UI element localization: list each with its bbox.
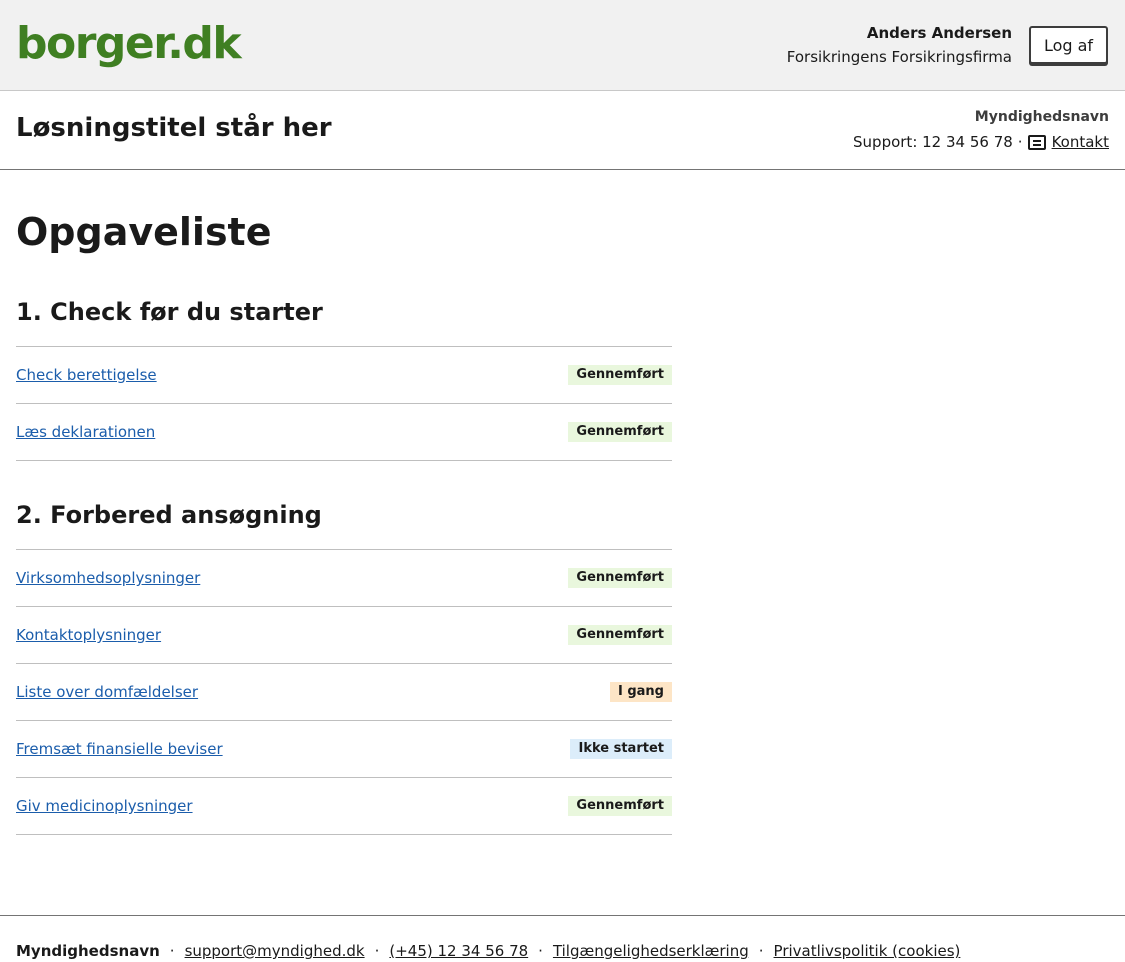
user-organization: Forsikringens Forsikringsfirma <box>786 48 1012 66</box>
footer-privacy-link[interactable]: Privatlivspolitik (cookies) <box>774 942 961 960</box>
separator: · <box>1017 133 1023 151</box>
separator: · <box>758 942 764 960</box>
status-badge: Gennemført <box>568 422 672 442</box>
footer-authority: Myndighedsnavn <box>16 942 160 960</box>
status-badge: Gennemført <box>568 568 672 588</box>
separator: · <box>538 942 543 960</box>
borger-dk-logo[interactable]: borger.dk <box>16 14 242 74</box>
solution-title: Løsningstitel står her <box>16 113 332 143</box>
portal-header: borger.dk Anders Andersen Forsikringens … <box>0 0 1125 91</box>
status-badge: I gang <box>609 682 672 702</box>
task-link-check-eligibility[interactable]: Check berettigelse <box>16 366 157 384</box>
task-row: Læs deklarationen Gennemført <box>16 404 672 461</box>
task-link-medical-info[interactable]: Giv medicinoplysninger <box>16 797 193 815</box>
task-row: Fremsæt finansielle beviser Ikke startet <box>16 721 672 778</box>
footer-phone-link[interactable]: (+45) 12 34 56 78 <box>389 942 528 960</box>
status-badge: Gennemført <box>568 365 672 385</box>
user-name: Anders Andersen <box>866 24 1012 42</box>
separator: · <box>374 942 380 960</box>
contact-link[interactable]: Kontakt <box>1052 133 1109 151</box>
task-row: Giv medicinoplysninger Gennemført <box>16 778 672 835</box>
task-link-convictions[interactable]: Liste over domfældelser <box>16 683 198 701</box>
task-link-company-info[interactable]: Virksomhedsoplysninger <box>16 569 200 587</box>
section-heading-check: 1. Check før du starter <box>16 298 323 326</box>
task-row: Virksomhedsoplysninger Gennemført <box>16 550 672 607</box>
task-link-contact-info[interactable]: Kontaktoplysninger <box>16 626 161 644</box>
logout-button[interactable]: Log af <box>1029 26 1108 64</box>
status-badge: Gennemført <box>568 796 672 816</box>
status-badge: Ikke startet <box>570 739 672 759</box>
page-title: Opgaveliste <box>16 210 272 254</box>
task-row: Liste over domfældelser I gang <box>16 664 672 721</box>
support-line: Support: 12 34 56 78 · Kontakt <box>853 133 1109 151</box>
task-row: Kontaktoplysninger Gennemført <box>16 607 672 664</box>
footer-links: Myndighedsnavn · support@myndighed.dk · … <box>16 942 960 960</box>
authority-name: Myndighedsnavn <box>974 109 1109 125</box>
task-row: Check berettigelse Gennemført <box>16 347 672 404</box>
status-badge: Gennemført <box>568 625 672 645</box>
footer: Myndighedsnavn · support@myndighed.dk · … <box>0 915 1125 962</box>
section-heading-prepare: 2. Forbered ansøgning <box>16 501 322 529</box>
solution-header: Løsningstitel står her Myndighedsnavn Su… <box>0 91 1125 170</box>
message-icon <box>1027 134 1046 150</box>
task-list-check: Check berettigelse Gennemført Læs deklar… <box>16 346 672 461</box>
support-phone: Support: 12 34 56 78 <box>853 133 1013 151</box>
task-list-prepare: Virksomhedsoplysninger Gennemført Kontak… <box>16 549 672 835</box>
footer-email-link[interactable]: support@myndighed.dk <box>185 942 365 960</box>
footer-accessibility-link[interactable]: Tilgængelighedserklæring <box>553 942 749 960</box>
task-link-read-declaration[interactable]: Læs deklarationen <box>16 423 155 441</box>
task-link-financial-evidence[interactable]: Fremsæt finansielle beviser <box>16 740 223 758</box>
separator: · <box>169 942 175 960</box>
